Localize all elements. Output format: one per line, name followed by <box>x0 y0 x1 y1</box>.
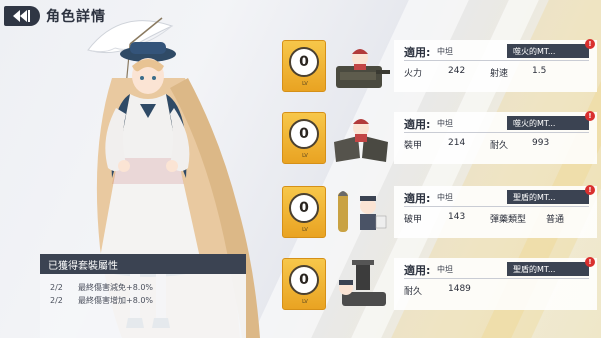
equipment-info: 適用: 中坦 噬火的MT... ! 裝甲 214 耐久 993 <box>394 111 597 164</box>
level-caption: LV <box>302 299 308 305</box>
level-value: 0 <box>289 119 319 149</box>
set-bonus-count: 2/2 <box>50 296 63 305</box>
stat-value: 242 <box>448 66 466 76</box>
equipment-chibi-engine <box>339 260 386 306</box>
back-arrows-icon <box>13 10 30 22</box>
stat-label: 耐久 <box>404 287 423 297</box>
usage-value: 中坦 <box>437 47 453 56</box>
stat-label: 耐久 <box>490 141 509 151</box>
level-caption: LV <box>302 81 308 87</box>
usage-value: 中坦 <box>437 119 453 128</box>
equipment-chibi-shell <box>338 191 387 232</box>
level-value: 0 <box>289 193 319 223</box>
usage-label: 適用: <box>404 46 431 59</box>
stat-value: 993 <box>532 138 550 148</box>
stat-label: 射速 <box>490 69 509 79</box>
level-badge[interactable]: 0 LV <box>282 112 326 164</box>
usage-value: 中坦 <box>437 265 453 274</box>
alert-icon: ! <box>585 39 595 49</box>
set-bonus-text: 最終傷害增加+8.0% <box>78 296 154 305</box>
set-bonus-item: 2/2 最終傷害減免+8.0% <box>40 280 246 293</box>
divider <box>404 60 589 61</box>
equipment-slot-2[interactable]: 0 LV 適用: 中坦 噬火的MT... ! 裝甲 214 耐久 993 <box>282 111 597 170</box>
set-bonus-item: 2/2 最終傷害增加+8.0% <box>40 293 246 306</box>
level-value: 0 <box>289 47 319 77</box>
equipment-name[interactable]: 聖盾的MT... <box>507 262 589 276</box>
stat-label: 裝甲 <box>404 141 423 151</box>
level-caption: LV <box>302 153 308 159</box>
equipment-slot-1[interactable]: 0 LV 適用: 中坦 噬火的MT... ! 火力 242 射速 1.5 <box>282 39 597 98</box>
set-bonus-text: 最終傷害減免+8.0% <box>78 283 154 292</box>
usage-label: 適用: <box>404 264 431 277</box>
level-badge[interactable]: 0 LV <box>282 186 326 238</box>
stats-line: 破甲 143 彈藥類型 普通 <box>404 212 597 226</box>
equipment-info: 適用: 中坦 聖盾的MT... ! 破甲 143 彈藥類型 普通 <box>394 185 597 238</box>
stat-label: 彈藥類型 <box>490 215 527 225</box>
divider <box>404 132 589 133</box>
equipment-info: 適用: 中坦 聖盾的MT... ! 耐久 1489 <box>394 257 597 310</box>
usage-label: 適用: <box>404 118 431 131</box>
stat-value: 214 <box>448 138 466 148</box>
stat-label: 破甲 <box>404 215 423 225</box>
equipment-chibi-tank-turret <box>336 49 390 88</box>
set-bonus-panel: 已獲得套裝屬性 2/2 最終傷害減免+8.0% 2/2 最終傷害增加+8.0% <box>40 254 246 338</box>
alert-icon: ! <box>585 111 595 121</box>
stats-line: 耐久 1489 <box>404 284 597 298</box>
level-caption: LV <box>302 227 308 233</box>
stats-line: 火力 242 射速 1.5 <box>404 66 597 80</box>
equipment-slot-4[interactable]: 0 LV 適用: 中坦 聖盾的MT... ! 耐久 1489 <box>282 257 597 316</box>
usage-value: 中坦 <box>437 193 453 202</box>
stat-label: 火力 <box>404 69 423 79</box>
equipment-name[interactable]: 聖盾的MT... <box>507 190 589 204</box>
equipment-name[interactable]: 噬火的MT... <box>507 116 589 130</box>
divider <box>404 206 589 207</box>
back-button[interactable] <box>4 6 40 26</box>
equipment-slot-3[interactable]: 0 LV 適用: 中坦 聖盾的MT... ! 破甲 143 彈藥類型 普通 <box>282 185 597 244</box>
usage-label: 適用: <box>404 192 431 205</box>
set-bonus-title: 已獲得套裝屬性 <box>40 254 246 274</box>
stat-value: 1489 <box>448 284 471 294</box>
stats-line: 裝甲 214 耐久 993 <box>404 138 597 152</box>
level-badge[interactable]: 0 LV <box>282 258 326 310</box>
alert-icon: ! <box>585 257 595 267</box>
stat-value: 普通 <box>546 215 565 225</box>
stat-value: 1.5 <box>532 66 547 76</box>
divider <box>404 278 589 279</box>
set-bonus-count: 2/2 <box>50 283 63 292</box>
alert-icon: ! <box>585 185 595 195</box>
level-value: 0 <box>289 265 319 295</box>
level-badge[interactable]: 0 LV <box>282 40 326 92</box>
equipment-name[interactable]: 噬火的MT... <box>507 44 589 58</box>
equipment-chibi-armor-plates <box>334 119 388 162</box>
equipment-info: 適用: 中坦 噬火的MT... ! 火力 242 射速 1.5 <box>394 39 597 92</box>
stat-value: 143 <box>448 212 466 222</box>
